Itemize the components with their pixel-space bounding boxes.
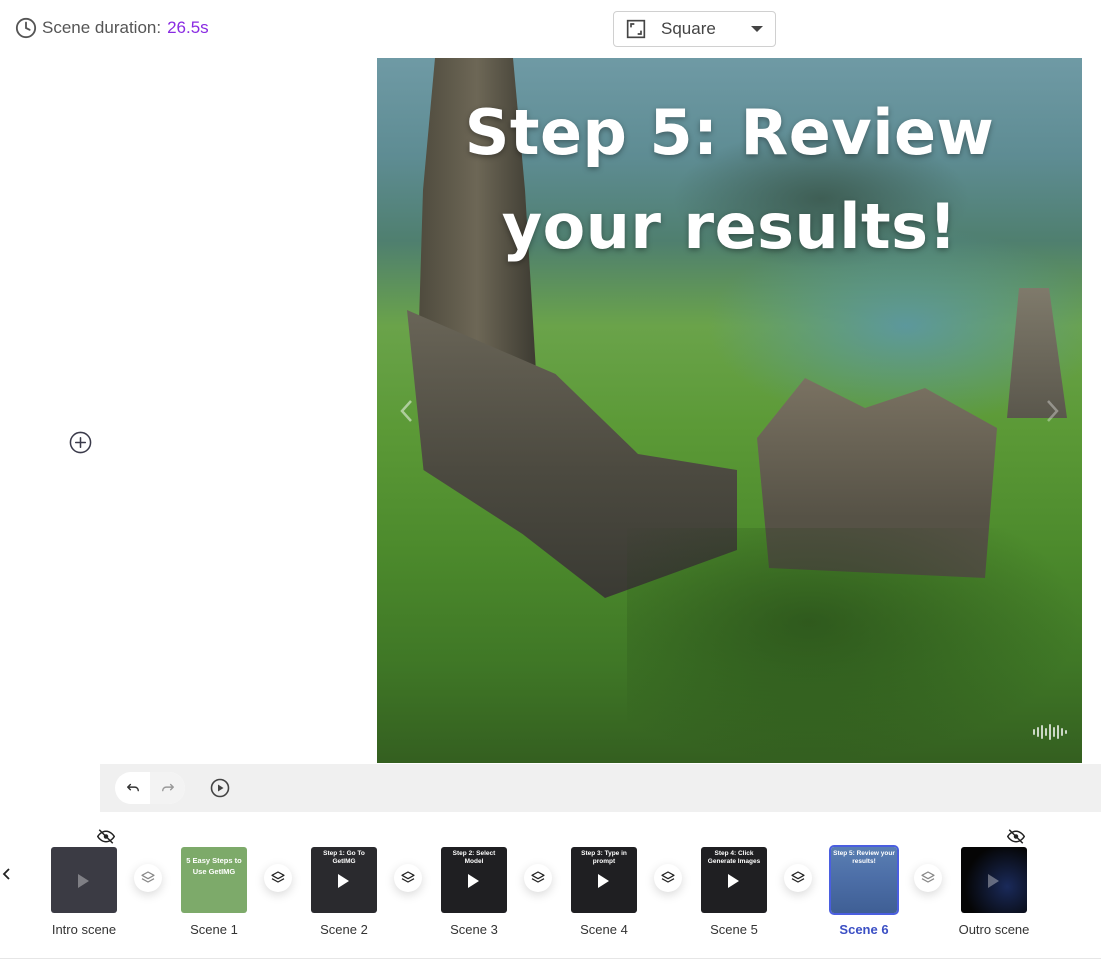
redo-icon	[161, 783, 174, 792]
scene-label-6[interactable]: Scene 6	[809, 922, 919, 937]
play-icon	[598, 874, 609, 888]
scene-thumbnail-6[interactable]: Step 5: Review your results!	[831, 847, 897, 913]
scene-canvas[interactable]: Step 5: Review your results!	[377, 58, 1082, 763]
scene-label-5[interactable]: Scene 5	[679, 922, 789, 937]
layers-icon	[141, 871, 155, 883]
eye-off-icon[interactable]	[1007, 829, 1025, 844]
ground-shadow	[627, 528, 1082, 763]
scene-thumbnail-2[interactable]: Step 1: Go To GetIMG	[311, 847, 377, 913]
chevron-left-icon[interactable]	[2, 866, 12, 882]
add-element-icon[interactable]	[69, 431, 92, 454]
layers-icon	[661, 871, 675, 883]
undo-redo-group	[115, 772, 185, 804]
aspect-ratio-select[interactable]: Square	[613, 11, 776, 47]
layers-icon	[401, 871, 415, 883]
canvas-title-line-2: your results!	[501, 190, 958, 263]
play-icon	[468, 874, 479, 888]
layers-icon	[531, 871, 545, 883]
undo-button[interactable]	[115, 772, 150, 804]
editor-root: Scene duration: 26.5s Square Step 5: Rev…	[0, 0, 1101, 960]
canvas-title-text[interactable]: Step 5: Review your results!	[437, 86, 1022, 274]
transition-button[interactable]	[654, 864, 682, 892]
scene-thumbnail-text: Step 4: Click Generate Images	[707, 850, 761, 865]
chevron-right-icon[interactable]	[1042, 398, 1062, 424]
scene-thumbnail-4[interactable]: Step 3: Type in prompt	[571, 847, 637, 913]
play-icon	[728, 874, 739, 888]
scene-label-intro[interactable]: Intro scene	[29, 922, 139, 937]
scene-timeline: Intro scene 5 Easy Steps to Use GetIMG S…	[0, 820, 1101, 960]
transition-button[interactable]	[134, 864, 162, 892]
scene-thumbnail-text: 5 Easy Steps to Use GetIMG	[186, 856, 242, 876]
redo-button[interactable]	[150, 772, 185, 804]
play-icon	[338, 874, 349, 888]
undo-icon	[126, 783, 139, 792]
scene-thumbnail-outro[interactable]	[961, 847, 1027, 913]
scene-duration: Scene duration: 26.5s	[15, 17, 209, 39]
scene-thumbnail-text: Step 2: Select Model	[452, 850, 496, 865]
scene-label-outro[interactable]: Outro scene	[939, 922, 1049, 937]
play-preview-icon[interactable]	[210, 778, 230, 798]
aspect-ratio-icon	[626, 19, 646, 39]
eye-off-icon[interactable]	[97, 829, 115, 844]
scene-thumbnail-3[interactable]: Step 2: Select Model	[441, 847, 507, 913]
scene-thumbnail-text: Step 3: Type in prompt	[581, 850, 627, 865]
chevron-left-icon[interactable]	[397, 398, 417, 424]
layers-icon	[791, 871, 805, 883]
scene-thumbnail-text: Step 5: Review your results!	[833, 850, 895, 865]
clock-icon	[15, 17, 37, 39]
audio-wave-icon[interactable]	[1032, 723, 1068, 741]
transition-button[interactable]	[784, 864, 812, 892]
scene-label-1[interactable]: Scene 1	[159, 922, 269, 937]
layers-icon	[921, 871, 935, 883]
scene-thumbnail-intro[interactable]	[51, 847, 117, 913]
transition-button[interactable]	[264, 864, 292, 892]
timeline-divider	[0, 958, 1101, 959]
scene-label-3[interactable]: Scene 3	[419, 922, 529, 937]
scene-thumbnail-text: Step 1: Go To GetIMG	[323, 850, 365, 865]
canvas-toolbar	[100, 764, 1101, 812]
aspect-ratio-value: Square	[661, 19, 716, 38]
play-icon	[78, 874, 89, 888]
play-icon	[988, 874, 999, 888]
scene-label-2[interactable]: Scene 2	[289, 922, 399, 937]
scene-label-4[interactable]: Scene 4	[549, 922, 659, 937]
scene-thumbnail-1[interactable]: 5 Easy Steps to Use GetIMG	[181, 847, 247, 913]
scene-thumbnail-5[interactable]: Step 4: Click Generate Images	[701, 847, 767, 913]
scene-duration-label: Scene duration:	[42, 18, 162, 37]
transition-button[interactable]	[914, 864, 942, 892]
layers-icon	[271, 871, 285, 883]
chevron-down-icon	[751, 26, 763, 32]
transition-button[interactable]	[394, 864, 422, 892]
transition-button[interactable]	[524, 864, 552, 892]
scene-duration-value: 26.5s	[167, 18, 209, 37]
canvas-title-line-1: Step 5: Review	[464, 96, 995, 169]
